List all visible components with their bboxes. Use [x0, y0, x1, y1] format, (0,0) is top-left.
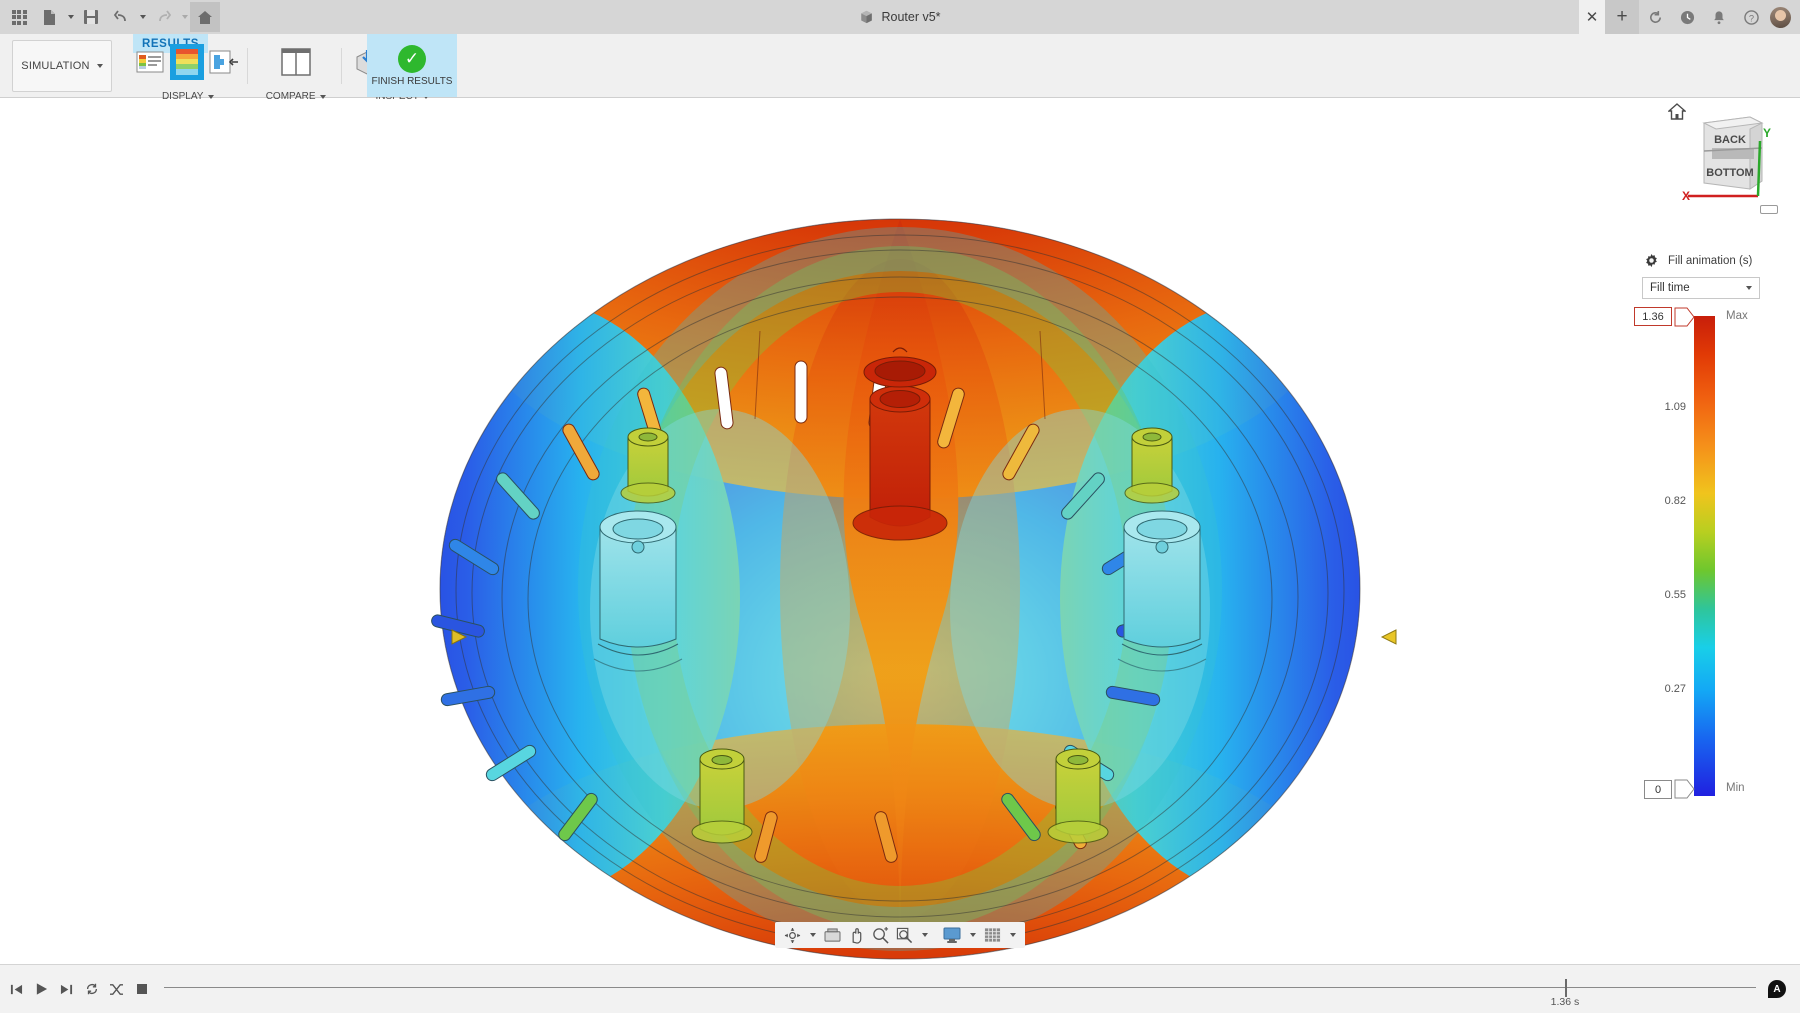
compare-side-by-side-icon[interactable]	[279, 44, 313, 80]
legend-tick-1: 1.09	[1664, 401, 1686, 413]
zoom-icon[interactable]	[869, 924, 891, 946]
display-caret-icon[interactable]	[965, 924, 979, 946]
workspace-switcher[interactable]: SIMULATION	[12, 40, 112, 92]
viewcube-face-back: BACK	[1714, 134, 1746, 146]
legend-color-bar	[1694, 316, 1715, 796]
document-title-area: Router v5*	[0, 0, 1800, 34]
axis-x-label: X	[1682, 189, 1690, 203]
legend-title-row: Fill animation (s)	[1642, 253, 1778, 268]
view-cube[interactable]: BACK BOTTOM X Y	[1652, 101, 1782, 214]
app-grid-icon[interactable]	[4, 2, 34, 32]
chevron-down-icon	[1746, 286, 1752, 290]
model-boss-upper-left	[620, 427, 676, 504]
legend-max-input[interactable]: 1.36	[1634, 307, 1672, 326]
refresh-icon[interactable]	[1639, 0, 1671, 34]
notifications-bell-icon[interactable]	[1703, 0, 1735, 34]
legend-title: Fill animation (s)	[1668, 254, 1753, 267]
orbit-icon[interactable]	[781, 924, 803, 946]
svg-text:?: ?	[1748, 13, 1753, 23]
redo-icon[interactable]	[148, 2, 178, 32]
job-status-icon[interactable]	[1671, 0, 1703, 34]
model-boss-upper-right	[1124, 427, 1180, 504]
zoom-window-icon[interactable]	[893, 924, 915, 946]
legend-max-label: Max	[1726, 310, 1748, 322]
legend-min-handle-icon[interactable]	[1674, 779, 1696, 799]
home-icon[interactable]	[190, 2, 220, 32]
model-outer-disc	[439, 218, 1361, 960]
pan-icon[interactable]	[845, 924, 867, 946]
animation-timeline: 1.36 s A	[0, 964, 1800, 1013]
avatar[interactable]	[1770, 6, 1791, 28]
model-boss-lower-right	[1047, 748, 1109, 844]
viewcube-face-bottom: BOTTOM	[1706, 167, 1753, 179]
legend-tick-2: 0.82	[1664, 495, 1686, 507]
cube-icon	[861, 10, 873, 24]
look-at-icon[interactable]	[821, 924, 843, 946]
finish-results-button[interactable]: ✓ FINISH RESULTS	[367, 34, 457, 97]
new-document-icon[interactable]	[34, 2, 64, 32]
close-icon[interactable]: ✕	[1579, 0, 1605, 34]
view-navigation-toolbar	[775, 922, 1025, 948]
panel-compare: COMPARE	[256, 41, 336, 102]
zoom-caret-icon[interactable]	[917, 924, 931, 946]
results-legend: Fill animation (s) Fill time 1.36 Max 1.…	[1634, 253, 1778, 816]
titlebar-left-toolbar	[0, 0, 220, 34]
panel-display: DISPLAY	[133, 41, 243, 102]
timeline-current-time: 1.36 s	[1550, 995, 1580, 1008]
injection-location-marker-right	[1380, 629, 1397, 645]
color-legend-icon[interactable]	[170, 44, 204, 80]
timeline-playhead[interactable]	[1564, 978, 1567, 997]
undo-caret-icon[interactable]	[136, 2, 148, 32]
finish-results-label: FINISH RESULTS	[371, 75, 453, 87]
axis-y-label: Y	[1763, 126, 1771, 140]
undo-icon[interactable]	[106, 2, 136, 32]
help-icon[interactable]: ?	[1735, 0, 1767, 34]
play-icon[interactable]	[29, 965, 54, 1013]
grid-snap-icon[interactable]	[981, 924, 1003, 946]
legend-tick-3: 0.55	[1664, 589, 1686, 601]
legend-min-label: Min	[1726, 782, 1745, 794]
titlebar-right-toolbar: ✕ + ?	[1579, 0, 1800, 34]
legend-max-handle-icon[interactable]	[1674, 307, 1696, 327]
plus-icon[interactable]: +	[1605, 0, 1639, 34]
simulation-model-render[interactable]	[0, 99, 1800, 964]
redo-caret-icon[interactable]	[178, 2, 190, 32]
display-settings-icon[interactable]	[941, 924, 963, 946]
skip-to-start-icon[interactable]	[4, 965, 29, 1013]
new-document-caret-icon[interactable]	[64, 2, 76, 32]
results-summary-icon[interactable]	[133, 44, 167, 80]
model-boss-lower-left	[691, 748, 753, 844]
viewport-canvas[interactable]: BACK BOTTOM X Y Fill animation (s) Fill …	[0, 99, 1800, 964]
orbit-caret-icon[interactable]	[805, 924, 819, 946]
stop-icon[interactable]	[129, 965, 154, 1013]
legend-min-input[interactable]: 0	[1644, 780, 1672, 799]
green-check-icon: ✓	[398, 44, 426, 73]
timeline-scrubber[interactable]: 1.36 s	[164, 965, 1756, 1013]
legend-select-value: Fill time	[1650, 282, 1690, 294]
legend-tick-4: 0.27	[1664, 683, 1686, 695]
grid-caret-icon[interactable]	[1005, 924, 1019, 946]
ribbon-bar: SIMULATION RESULTS DISPLAY	[0, 34, 1800, 102]
loop-icon[interactable]	[79, 965, 104, 1013]
save-icon[interactable]	[76, 2, 106, 32]
chevron-down-icon	[96, 64, 103, 68]
page-title: Router v5*	[881, 10, 941, 24]
settings-gear-icon[interactable]	[1644, 253, 1659, 268]
shuffle-icon[interactable]	[104, 965, 129, 1013]
part-adjacency-icon[interactable]	[207, 44, 241, 80]
title-bar: Router v5* ✕ + ?	[0, 0, 1800, 34]
legend-color-bar-area: 1.36 Max 1.09 0.82 0.55 0.27 0 Min	[1634, 307, 1778, 816]
legend-result-select[interactable]: Fill time	[1642, 277, 1760, 299]
workspace-label: SIMULATION	[21, 60, 90, 72]
autodesk-logo-icon: A	[1768, 980, 1786, 998]
skip-to-end-icon[interactable]	[54, 965, 79, 1013]
viewcube-menu-icon[interactable]	[1760, 205, 1778, 214]
